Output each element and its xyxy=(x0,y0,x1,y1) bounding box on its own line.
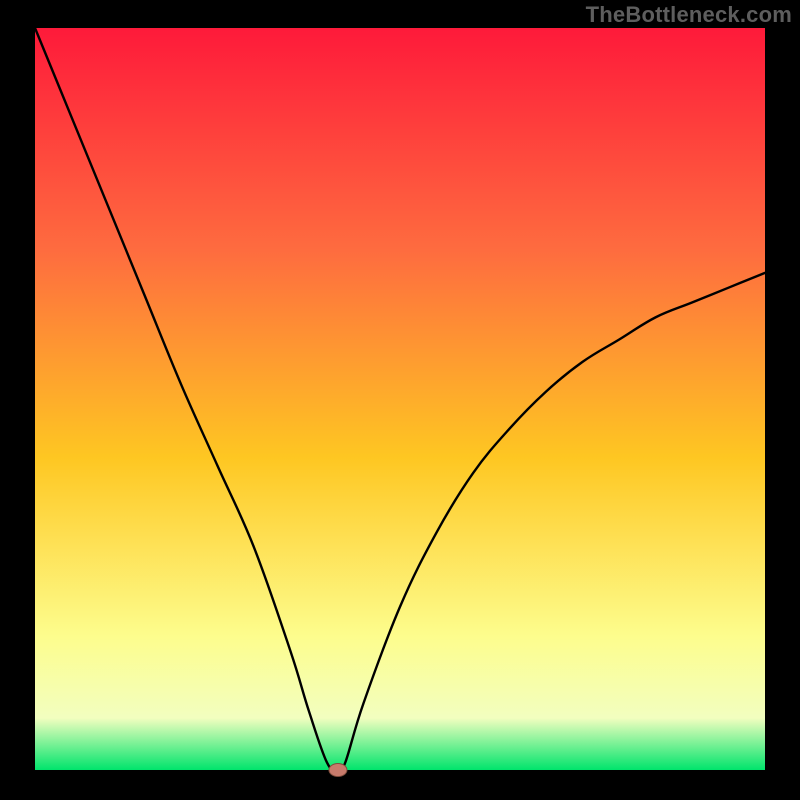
chart-svg xyxy=(0,0,800,800)
optimum-marker xyxy=(329,764,347,777)
chart-frame: TheBottleneck.com xyxy=(0,0,800,800)
plot-background xyxy=(35,28,765,770)
